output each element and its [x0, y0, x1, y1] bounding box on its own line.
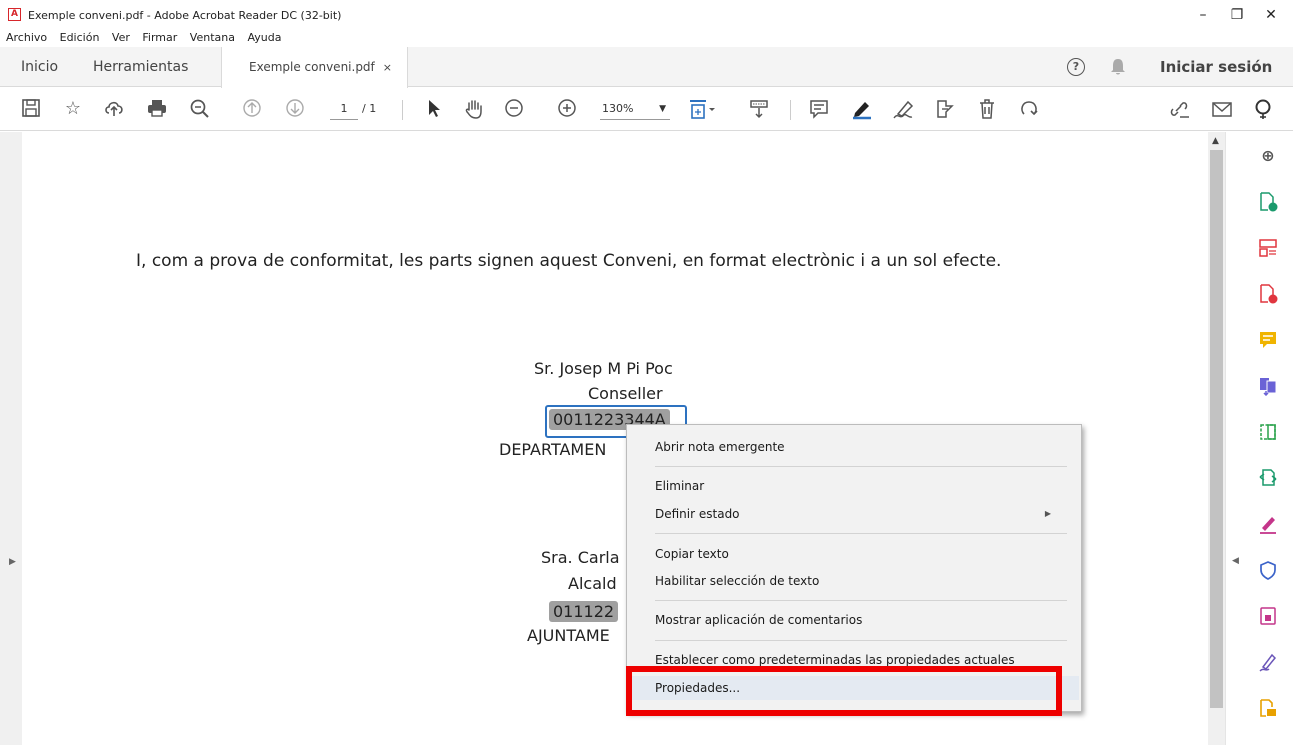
tab-inicio[interactable]: Inicio: [21, 47, 58, 87]
read-mode-icon[interactable]: [748, 98, 770, 120]
print-icon[interactable]: [146, 98, 168, 120]
menu-firmar[interactable]: Firmar: [142, 30, 177, 45]
tab-bar: Inicio Herramientas Exemple conveni.pdf ×…: [0, 47, 1293, 88]
zoom-level-value: 130%: [602, 102, 634, 115]
organize-pages-icon[interactable]: [1258, 238, 1278, 258]
save-icon[interactable]: [20, 98, 42, 120]
menu-bar: Archivo Edición Ver Firmar Ventana Ayuda: [0, 30, 1293, 45]
tab-herramientas[interactable]: Herramientas: [93, 47, 188, 87]
submenu-arrow-icon: ▶: [1044, 509, 1051, 518]
page-number-input[interactable]: 1: [330, 98, 358, 120]
more-tools-icon[interactable]: [1258, 698, 1278, 718]
signer2-id-highlight[interactable]: 011122: [549, 601, 619, 622]
menu-item-enable-text-selection[interactable]: Habilitar selección de texto: [629, 569, 1079, 593]
upload-cloud-icon[interactable]: [103, 98, 125, 120]
sign-pen-icon[interactable]: [892, 98, 916, 120]
menu-ayuda[interactable]: Ayuda: [247, 30, 281, 45]
zoom-in-icon[interactable]: [556, 98, 578, 120]
menu-separator: [655, 640, 1067, 641]
scroll-up-icon[interactable]: ▲: [1212, 136, 1219, 146]
notifications-bell-icon[interactable]: [1110, 57, 1126, 77]
tab-document[interactable]: Exemple conveni.pdf ×: [221, 47, 408, 88]
help-icon[interactable]: ?: [1067, 58, 1085, 76]
signer2-role: Alcald: [568, 574, 617, 593]
signer2-org: AJUNTAME: [527, 626, 610, 645]
zoom-level-select[interactable]: 130% ▼: [600, 98, 670, 120]
menu-item-copy-text[interactable]: Copiar texto: [629, 542, 1079, 566]
menu-ventana[interactable]: Ventana: [190, 30, 235, 45]
fit-page-icon[interactable]: [688, 98, 716, 120]
acrobat-app-icon: A: [8, 8, 21, 21]
zoom-out-icon[interactable]: [503, 98, 525, 120]
page-total-label: / 1: [362, 102, 377, 115]
hand-tool-icon[interactable]: [463, 98, 485, 120]
zoom-search-icon[interactable]: [189, 98, 211, 120]
compress-pdf-icon[interactable]: [1258, 606, 1278, 626]
close-window-button[interactable]: ✕: [1254, 4, 1288, 26]
scrollbar-thumb[interactable]: [1210, 150, 1223, 708]
previous-page-icon[interactable]: [241, 98, 263, 120]
signer1-org: DEPARTAMEN: [499, 440, 607, 459]
window-title: Exemple conveni.pdf - Adobe Acrobat Read…: [28, 9, 342, 22]
fill-and-sign-pen-icon[interactable]: [1258, 652, 1278, 672]
bookmark-star-icon[interactable]: ☆: [62, 98, 84, 120]
signin-button[interactable]: Iniciar sesión: [1160, 47, 1272, 87]
menu-edicion[interactable]: Edición: [60, 30, 100, 45]
collapse-right-pane-icon[interactable]: ◀: [1232, 556, 1239, 566]
edit-pdf-icon[interactable]: [1258, 422, 1278, 442]
menu-item-delete[interactable]: Eliminar: [629, 474, 1079, 498]
signer1-role: Conseller: [588, 384, 663, 403]
create-pdf-icon[interactable]: [1258, 192, 1278, 212]
menu-ver[interactable]: Ver: [112, 30, 130, 45]
comment-icon[interactable]: [808, 98, 830, 120]
restore-button[interactable]: ❐: [1220, 4, 1254, 26]
toolbar: ☆ 1 / 1 130% ▼: [0, 88, 1293, 131]
menu-item-set-status-label: Definir estado: [655, 507, 740, 521]
document-sentence: I, com a prova de conformitat, les parts…: [136, 251, 1002, 271]
rotate-icon[interactable]: [1018, 98, 1040, 120]
menu-separator: [655, 600, 1067, 601]
menu-archivo[interactable]: Archivo: [6, 30, 47, 45]
email-icon[interactable]: [1211, 98, 1233, 120]
highlight-pen-icon[interactable]: [850, 98, 874, 120]
minimize-button[interactable]: –: [1186, 4, 1220, 26]
send-for-review-icon[interactable]: [1258, 468, 1278, 488]
menu-item-show-comments-app[interactable]: Mostrar aplicación de comentarios: [629, 608, 1079, 632]
protect-shield-icon[interactable]: [1258, 560, 1278, 580]
title-bar: A Exemple conveni.pdf - Adobe Acrobat Re…: [0, 0, 1293, 30]
tab-close-icon[interactable]: ×: [383, 61, 392, 74]
export-pdf-icon[interactable]: [1258, 284, 1278, 304]
share-send-icon[interactable]: [934, 98, 956, 120]
trash-icon[interactable]: [976, 98, 998, 120]
toolbar-divider: [402, 100, 403, 120]
left-nav-pane-collapsed[interactable]: [0, 132, 22, 745]
menu-separator: [655, 466, 1067, 467]
properties-highlight-annotation: [626, 666, 1062, 716]
comment-tool-icon[interactable]: [1258, 330, 1278, 350]
zoom-tool-icon[interactable]: ⊕: [1258, 146, 1278, 166]
link-edit-icon[interactable]: [1167, 98, 1191, 120]
search-tools-icon[interactable]: [1253, 98, 1275, 120]
next-page-icon[interactable]: [284, 98, 306, 120]
menu-item-set-status[interactable]: Definir estado ▶: [629, 502, 1079, 526]
chevron-down-icon: ▼: [659, 104, 666, 114]
expand-left-pane-icon[interactable]: ▶: [9, 557, 16, 567]
toolbar-divider: [790, 100, 791, 120]
menu-item-open-note[interactable]: Abrir nota emergente: [629, 435, 1079, 459]
vertical-scrollbar[interactable]: ▲: [1208, 132, 1225, 745]
combine-files-icon[interactable]: [1258, 376, 1278, 397]
select-cursor-icon[interactable]: [423, 98, 445, 120]
tab-document-label: Exemple conveni.pdf: [249, 60, 375, 74]
signer1-name: Sr. Josep M Pi Poc: [534, 359, 673, 378]
signer2-name: Sra. Carla: [541, 548, 620, 567]
fill-sign-icon[interactable]: [1258, 514, 1278, 534]
menu-separator: [655, 533, 1067, 534]
